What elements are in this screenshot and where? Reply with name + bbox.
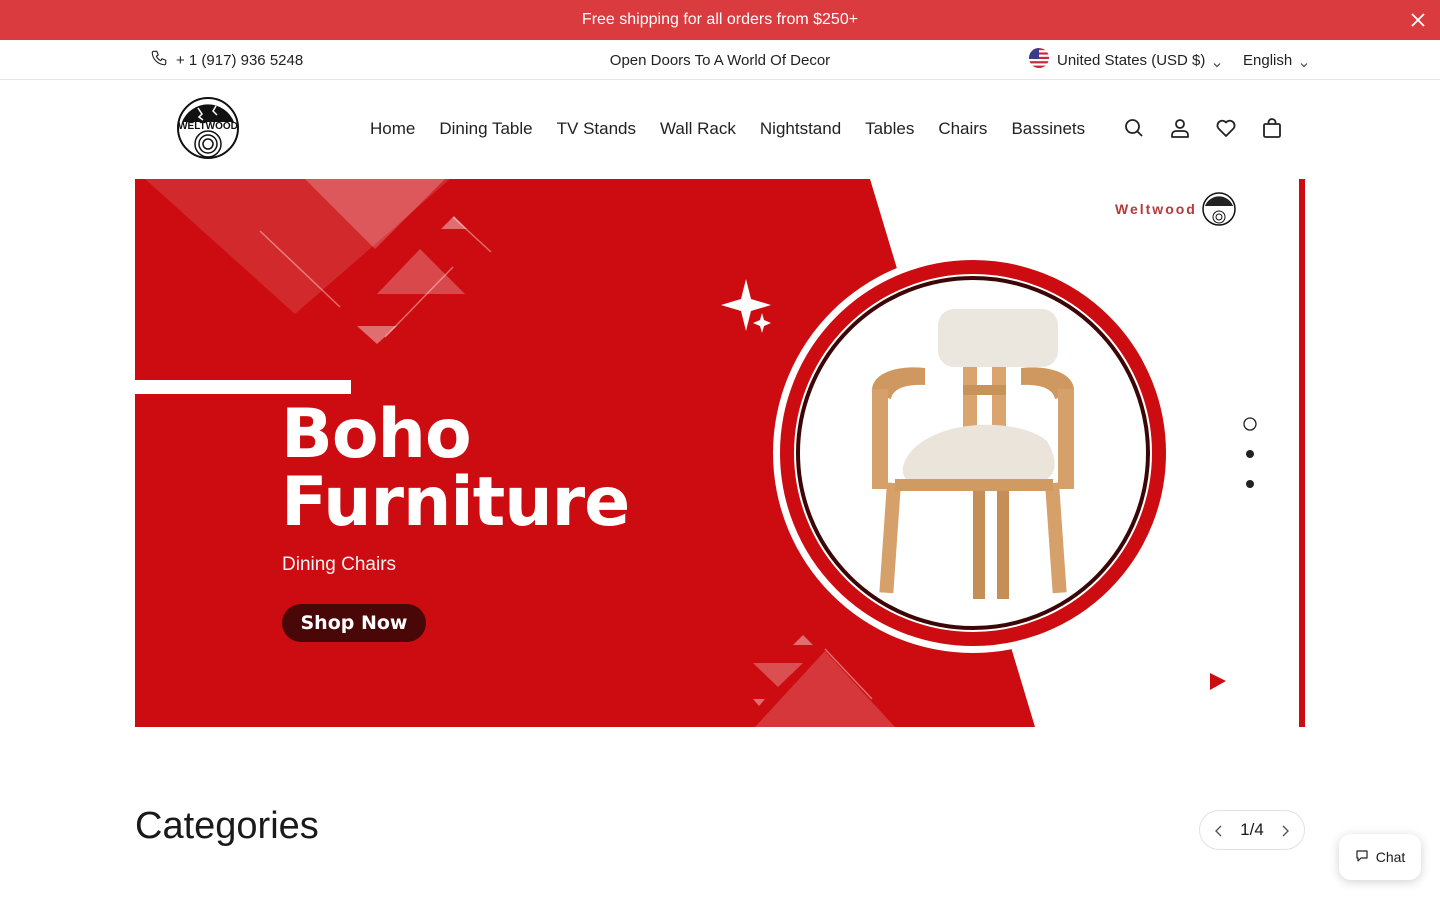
nav-tables[interactable]: Tables <box>865 119 914 139</box>
chat-label: Chat <box>1375 849 1406 865</box>
site-logo[interactable]: WELTWOOD <box>176 96 240 160</box>
nav-bassinets[interactable]: Bassinets <box>1011 119 1085 139</box>
slide-dot-3[interactable] <box>1242 476 1258 492</box>
chevron-down-icon <box>1213 56 1221 68</box>
hero-brand-logo <box>1202 192 1236 226</box>
nav-tv-stands[interactable]: TV Stands <box>557 119 636 139</box>
header-icons <box>1122 116 1284 140</box>
country-label: United States (USD $) <box>1057 51 1206 69</box>
play-icon[interactable] <box>1206 671 1228 693</box>
announcement-text: Free shipping for all orders from $250+ <box>581 11 859 28</box>
slide-dot-2[interactable] <box>1242 446 1258 462</box>
hero-title: Boho Furniture <box>281 395 630 542</box>
hero-brand-name: Weltwood <box>1115 201 1197 217</box>
chat-icon <box>1355 849 1369 866</box>
site-header: WELTWOOD Home Dining Table TV Stands Wal… <box>0 80 1440 178</box>
phone-icon <box>150 49 168 71</box>
nav-dining-table[interactable]: Dining Table <box>439 119 532 139</box>
utility-bar: + 1 (917) 936 5248 Open Doors To A World… <box>0 40 1440 80</box>
logo-text: WELTWOOD <box>178 121 238 132</box>
country-selector[interactable]: United States (USD $) <box>1029 40 1221 80</box>
pager-count: 1/4 <box>1240 820 1264 839</box>
language-label: English <box>1243 51 1293 69</box>
tagline: Open Doors To A World Of Decor <box>609 51 831 69</box>
hero-title-line2: Furniture <box>281 463 630 542</box>
close-icon[interactable] <box>1408 10 1428 30</box>
categories-title: Categories <box>135 805 319 847</box>
phone-link[interactable]: + 1 (917) 936 5248 <box>150 40 303 80</box>
chevron-down-icon <box>1300 56 1308 68</box>
hero-subtitle: Dining Chairs <box>282 554 397 575</box>
hero-title-line1: Boho <box>281 395 472 474</box>
chat-button[interactable]: Chat <box>1339 834 1421 880</box>
search-icon[interactable] <box>1122 116 1146 140</box>
shop-now-button[interactable]: Shop Now <box>282 604 426 642</box>
main-nav: Home Dining Table TV Stands Wall Rack Ni… <box>370 80 1085 178</box>
nav-chairs[interactable]: Chairs <box>938 119 987 139</box>
us-flag-icon <box>1029 48 1049 72</box>
cart-icon[interactable] <box>1260 116 1284 140</box>
chevron-right-icon[interactable] <box>1278 823 1292 837</box>
language-selector[interactable]: English <box>1243 40 1308 80</box>
slide-dot-1[interactable] <box>1242 416 1258 432</box>
account-icon[interactable] <box>1168 116 1192 140</box>
nav-home[interactable]: Home <box>370 119 415 139</box>
categories-pager: 1/4 <box>1199 810 1305 850</box>
phone-number: + 1 (917) 936 5248 <box>176 51 304 69</box>
nav-nightstand[interactable]: Nightstand <box>760 119 841 139</box>
wishlist-icon[interactable] <box>1214 116 1238 140</box>
hero-banner[interactable]: Boho Furniture Dining Chairs Shop Now We… <box>135 179 1305 727</box>
chevron-left-icon[interactable] <box>1212 823 1226 837</box>
announcement-bar: Free shipping for all orders from $250+ <box>0 0 1440 40</box>
nav-wall-rack[interactable]: Wall Rack <box>660 119 736 139</box>
